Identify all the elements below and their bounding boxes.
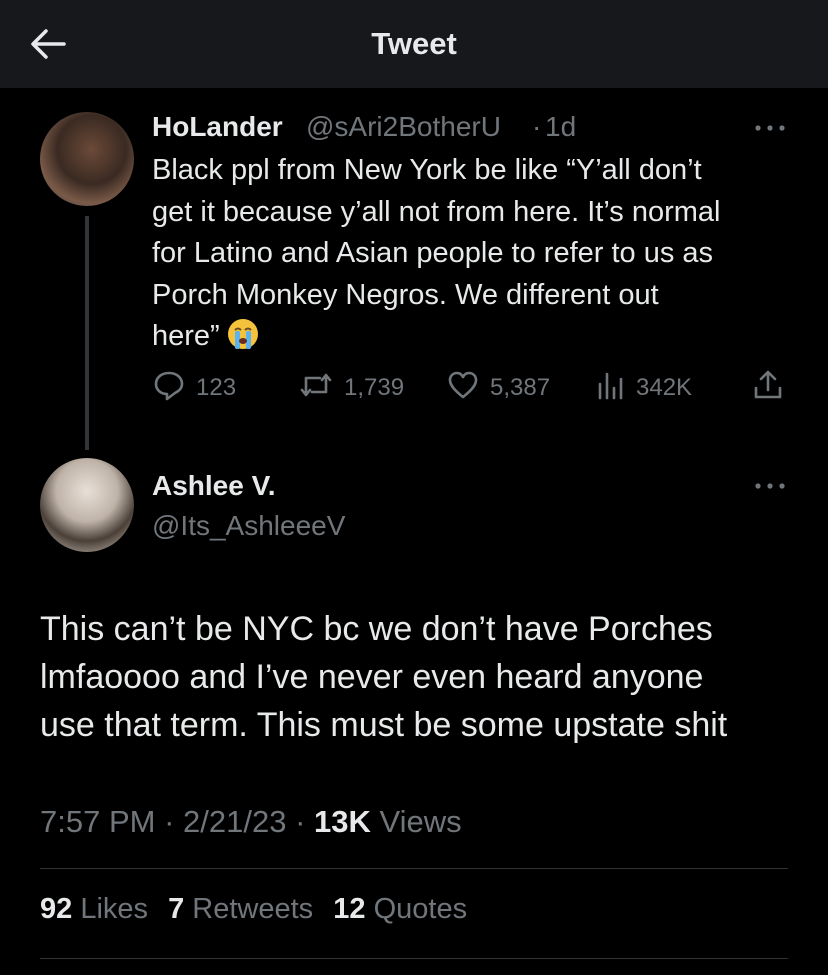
retweet-button[interactable]: 1,739 <box>298 368 404 408</box>
retweet-icon <box>298 368 344 409</box>
like-count: 5,387 <box>490 374 551 401</box>
tweet-date[interactable]: 2/21/23 <box>183 804 286 839</box>
top-bar: Tweet <box>0 0 828 88</box>
heart-icon <box>446 368 490 409</box>
reply-icon <box>152 368 196 409</box>
divider <box>40 958 788 959</box>
display-name[interactable]: HoLander <box>152 111 283 143</box>
tweet-text: This can’t be NYC bc we don’t have Porch… <box>40 605 800 749</box>
tweet-time[interactable]: 1d <box>545 111 576 143</box>
like-button[interactable]: 5,387 <box>446 368 550 408</box>
quotes-label: Quotes <box>373 893 468 925</box>
engagement-stats: 92 Likes 7 Retweets 12 Quotes <box>40 893 479 926</box>
tweet-text-line: for Latino and Asian people to refer to … <box>152 237 714 269</box>
views-label: Views <box>379 804 462 839</box>
retweets-label: Retweets <box>192 893 314 925</box>
likes-label: Likes <box>80 893 149 925</box>
page-title: Tweet <box>371 26 457 61</box>
retweets-count: 7 <box>168 893 185 925</box>
user-handle[interactable]: @Its_AshleeeV <box>152 510 345 542</box>
quotes-stat[interactable]: 12 Quotes <box>333 893 467 925</box>
tweet-text-line: This can’t be NYC bc we don’t have Porch… <box>40 610 713 648</box>
avatar[interactable] <box>40 458 134 552</box>
reply-count: 123 <box>196 374 237 401</box>
tweet-text-line: get it because y’all not from here. It’s… <box>152 195 721 228</box>
likes-count: 92 <box>40 893 73 925</box>
meta-separator: · <box>295 804 306 839</box>
divider <box>40 868 788 869</box>
meta-separator: · <box>164 804 175 839</box>
tweet-text-line: use that term. This must be some upstate… <box>40 706 728 744</box>
display-name[interactable]: Ashlee V. <box>152 470 275 502</box>
thread-connector-line <box>85 216 89 450</box>
tweet-text-line: Black ppl from New York be like “Y’all d… <box>152 154 702 186</box>
more-options-icon[interactable] <box>752 118 788 138</box>
avatar[interactable] <box>40 112 134 206</box>
share-icon <box>752 368 794 409</box>
views-total: 13K <box>314 804 371 839</box>
crying-face-emoji-icon <box>226 317 260 351</box>
views-chart-icon <box>596 368 636 409</box>
tweet-text-line-last: here” <box>152 316 792 358</box>
more-options-icon[interactable] <box>752 476 788 496</box>
user-handle[interactable]: @sAri2BotherU <box>306 111 501 143</box>
reply-button[interactable]: 123 <box>152 368 236 408</box>
tweet-text-line: lmfaoooo and I’ve never even heard anyon… <box>40 658 704 696</box>
share-button[interactable] <box>752 368 794 408</box>
retweet-count: 1,739 <box>344 374 405 401</box>
meta-separator: · <box>532 111 542 142</box>
tweet-text: Black ppl from New York be like “Y’all d… <box>152 150 792 358</box>
tweet-text-line: Porch Monkey Negros. We different out <box>152 278 659 311</box>
tweet-timestamp-line: 7:57 PM · 2/21/23 · 13K Views <box>40 804 462 840</box>
views-count: 342K <box>636 374 693 401</box>
retweets-stat[interactable]: 7 Retweets <box>168 893 313 925</box>
likes-stat[interactable]: 92 Likes <box>40 893 148 925</box>
tweet-actions: 123 1,739 5,387 342K <box>152 368 792 412</box>
views-button[interactable]: 342K <box>596 368 692 408</box>
quotes-count: 12 <box>333 893 366 925</box>
tweet-time[interactable]: 7:57 PM <box>40 804 155 839</box>
tweet-text-line: here” <box>152 320 220 352</box>
